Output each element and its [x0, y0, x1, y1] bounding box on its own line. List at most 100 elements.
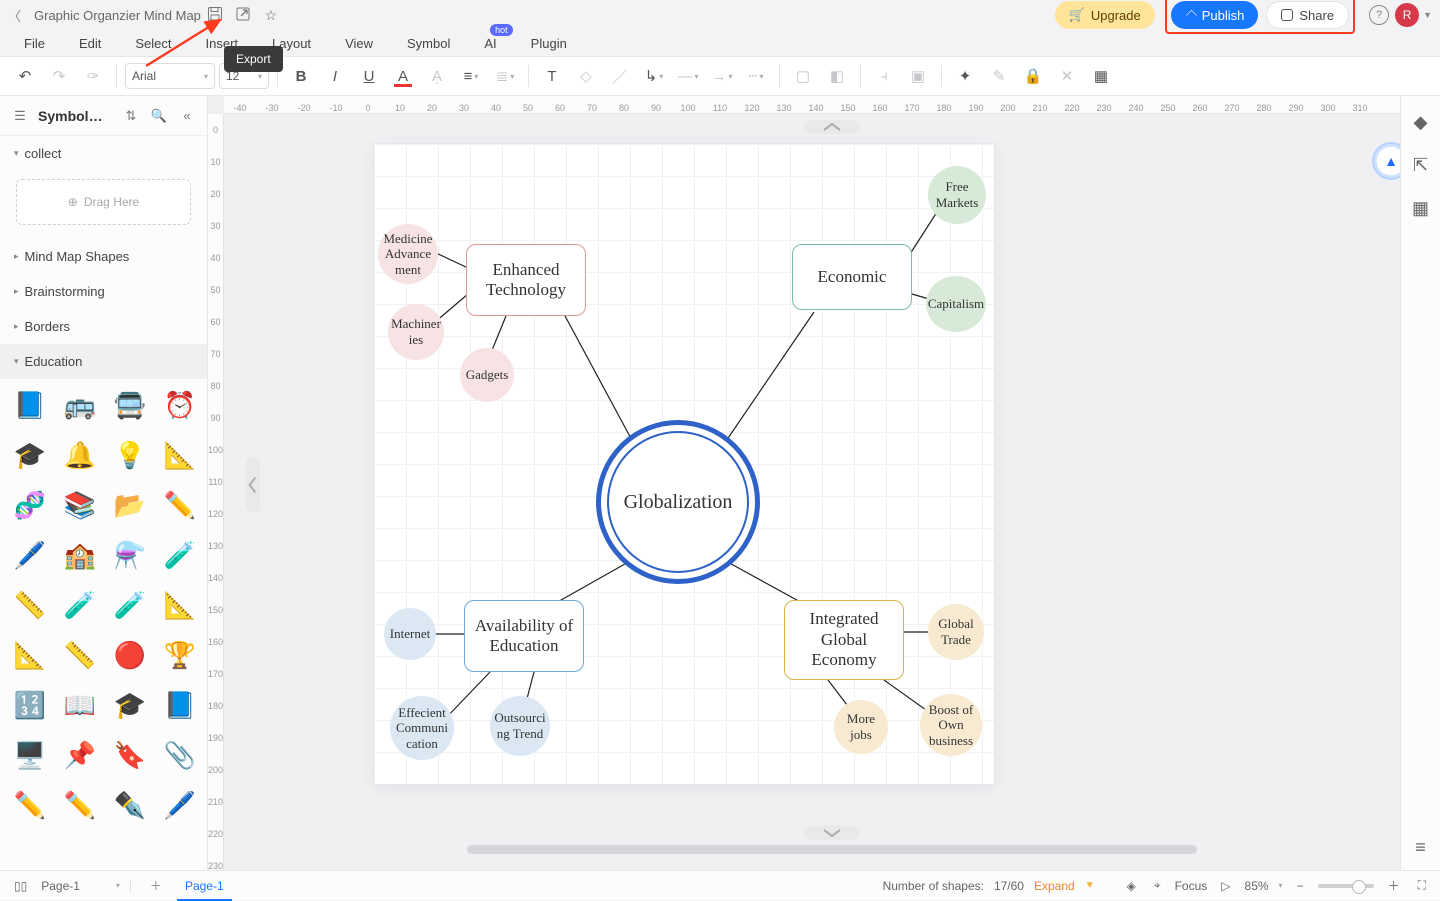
- menu-view[interactable]: View: [345, 36, 373, 51]
- symbol-item[interactable]: 🚍: [110, 385, 150, 425]
- horizontal-scrollbar[interactable]: [467, 845, 1197, 854]
- node-boost-business[interactable]: Boost of Own business: [920, 694, 982, 756]
- align-objects-button[interactable]: ⫞: [869, 61, 899, 91]
- symbol-item[interactable]: ✒️: [110, 785, 150, 825]
- diagram-page[interactable]: Globalization Enhanced Technology Medici…: [374, 144, 994, 784]
- section-mindmap[interactable]: Mind Map Shapes: [0, 239, 207, 274]
- symbol-item[interactable]: 🧪: [60, 585, 100, 625]
- star-icon[interactable]: ☆: [257, 7, 285, 24]
- symbol-item[interactable]: 🖊️: [10, 535, 50, 575]
- bold-button[interactable]: B: [286, 61, 316, 91]
- expand-link[interactable]: Expand: [1034, 879, 1075, 893]
- symbol-item[interactable]: ✏️: [160, 485, 200, 525]
- page-tab[interactable]: Page-1: [177, 873, 232, 901]
- node-gadgets[interactable]: Gadgets: [460, 348, 514, 402]
- section-brainstorming[interactable]: Brainstorming: [0, 274, 207, 309]
- back-icon[interactable]: 〈: [8, 6, 24, 25]
- zoom-value[interactable]: 85%: [1245, 879, 1269, 893]
- node-outsourcing[interactable]: Outsourci ng Trend: [490, 696, 550, 756]
- symbol-item[interactable]: 🏫: [60, 535, 100, 575]
- symbol-item[interactable]: 📌: [60, 735, 100, 775]
- connector-button[interactable]: ↳: [639, 61, 669, 91]
- symbol-item[interactable]: 🖊️: [160, 785, 200, 825]
- italic-button[interactable]: I: [320, 61, 350, 91]
- fullscreen-icon[interactable]: ⛶: [1414, 878, 1430, 893]
- line-style-button[interactable]: —: [673, 61, 703, 91]
- symbol-item[interactable]: 🧬: [10, 485, 50, 525]
- node-internet[interactable]: Internet: [384, 608, 436, 660]
- symbol-item[interactable]: 📐: [160, 585, 200, 625]
- menu-edit[interactable]: Edit: [79, 36, 101, 51]
- undo-button[interactable]: ↶: [10, 61, 40, 91]
- symbol-item[interactable]: 💡: [110, 435, 150, 475]
- section-collect[interactable]: collect: [0, 136, 207, 171]
- document-title[interactable]: Graphic Organzier Mind Map: [34, 8, 201, 23]
- symbol-item[interactable]: 🧪: [160, 535, 200, 575]
- page-extend-left[interactable]: [246, 457, 260, 513]
- redo-button[interactable]: ↷: [44, 61, 74, 91]
- node-medicine[interactable]: Medicine Advance ment: [378, 224, 438, 284]
- avatar[interactable]: R: [1395, 3, 1419, 27]
- zoom-out-button[interactable]: −: [1293, 879, 1308, 893]
- canvas[interactable]: -40-30-20-100102030405060708090100110120…: [208, 96, 1440, 870]
- node-capitalism[interactable]: Capitalism: [926, 276, 986, 332]
- symbol-item[interactable]: 🎓: [10, 435, 50, 475]
- node-center[interactable]: Globalization: [596, 420, 760, 584]
- text-height-button[interactable]: Aͅ: [422, 61, 452, 91]
- symbol-item[interactable]: 📖: [60, 685, 100, 725]
- scroll-area[interactable]: Globalization Enhanced Technology Medici…: [224, 114, 1440, 856]
- symbol-item[interactable]: 📏: [60, 635, 100, 675]
- menu-ai[interactable]: AIhot: [484, 36, 496, 51]
- menu-symbol[interactable]: Symbol: [407, 36, 450, 51]
- edit-shape-button[interactable]: ✎: [984, 61, 1014, 91]
- text-tool-button[interactable]: T: [537, 61, 567, 91]
- symbol-item[interactable]: 📘: [10, 385, 50, 425]
- symbol-item[interactable]: 📚: [60, 485, 100, 525]
- zoom-in-button[interactable]: ＋: [1384, 877, 1404, 894]
- page-extend-top[interactable]: [804, 120, 860, 134]
- symbol-item[interactable]: 🔔: [60, 435, 100, 475]
- symbol-item[interactable]: 🧪: [110, 585, 150, 625]
- symbol-item[interactable]: ⏰: [160, 385, 200, 425]
- tools-button[interactable]: ✕: [1052, 61, 1082, 91]
- collapse-panel-icon[interactable]: «: [177, 108, 197, 123]
- ai-tool-button[interactable]: ✦: [950, 61, 980, 91]
- image-button[interactable]: ▢: [788, 61, 818, 91]
- font-selector[interactable]: Arial▾: [125, 63, 215, 89]
- apps-icon[interactable]: ▦: [1412, 198, 1429, 219]
- page-extend-bottom[interactable]: [804, 826, 860, 840]
- save-icon[interactable]: [201, 6, 229, 25]
- symbol-item[interactable]: 🏆: [160, 635, 200, 675]
- symbol-item[interactable]: 🔢: [10, 685, 50, 725]
- export-rail-icon[interactable]: ⇱: [1413, 155, 1428, 176]
- symbol-item[interactable]: 🔖: [110, 735, 150, 775]
- pages-icon[interactable]: ▯▯: [10, 879, 31, 893]
- symbol-item[interactable]: 📐: [10, 635, 50, 675]
- menu-file[interactable]: File: [24, 36, 45, 51]
- node-technology[interactable]: Enhanced Technology: [466, 244, 586, 316]
- export-icon[interactable]: [229, 6, 257, 25]
- symbol-item[interactable]: ⚗️: [110, 535, 150, 575]
- lock-button[interactable]: 🔒: [1018, 61, 1048, 91]
- search-icon[interactable]: 🔍: [149, 108, 169, 124]
- symbol-item[interactable]: 🔴: [110, 635, 150, 675]
- node-integrated[interactable]: Integrated Global Economy: [784, 600, 904, 680]
- settings-rail-icon[interactable]: ≡: [1415, 837, 1426, 858]
- theme-icon[interactable]: ◆: [1414, 112, 1428, 133]
- expand-caret-icon[interactable]: ▼: [1085, 880, 1095, 891]
- node-more-jobs[interactable]: More jobs: [834, 700, 888, 754]
- symbol-item[interactable]: 📏: [10, 585, 50, 625]
- crop-button[interactable]: ◧: [822, 61, 852, 91]
- expand-library-icon[interactable]: ⇅: [121, 108, 141, 124]
- node-economic[interactable]: Economic: [792, 244, 912, 310]
- page-selector[interactable]: Page-1▾: [41, 879, 131, 893]
- section-education[interactable]: Education: [0, 344, 207, 379]
- focus-label[interactable]: Focus: [1175, 879, 1208, 893]
- align-button[interactable]: ≡: [456, 61, 486, 91]
- symbol-item[interactable]: 📎: [160, 735, 200, 775]
- symbol-item[interactable]: ✏️: [60, 785, 100, 825]
- drag-here-area[interactable]: ⊕Drag Here: [16, 179, 191, 225]
- stroke-color-button[interactable]: ／: [605, 61, 635, 91]
- section-borders[interactable]: Borders: [0, 309, 207, 344]
- symbol-item[interactable]: 🖥️: [10, 735, 50, 775]
